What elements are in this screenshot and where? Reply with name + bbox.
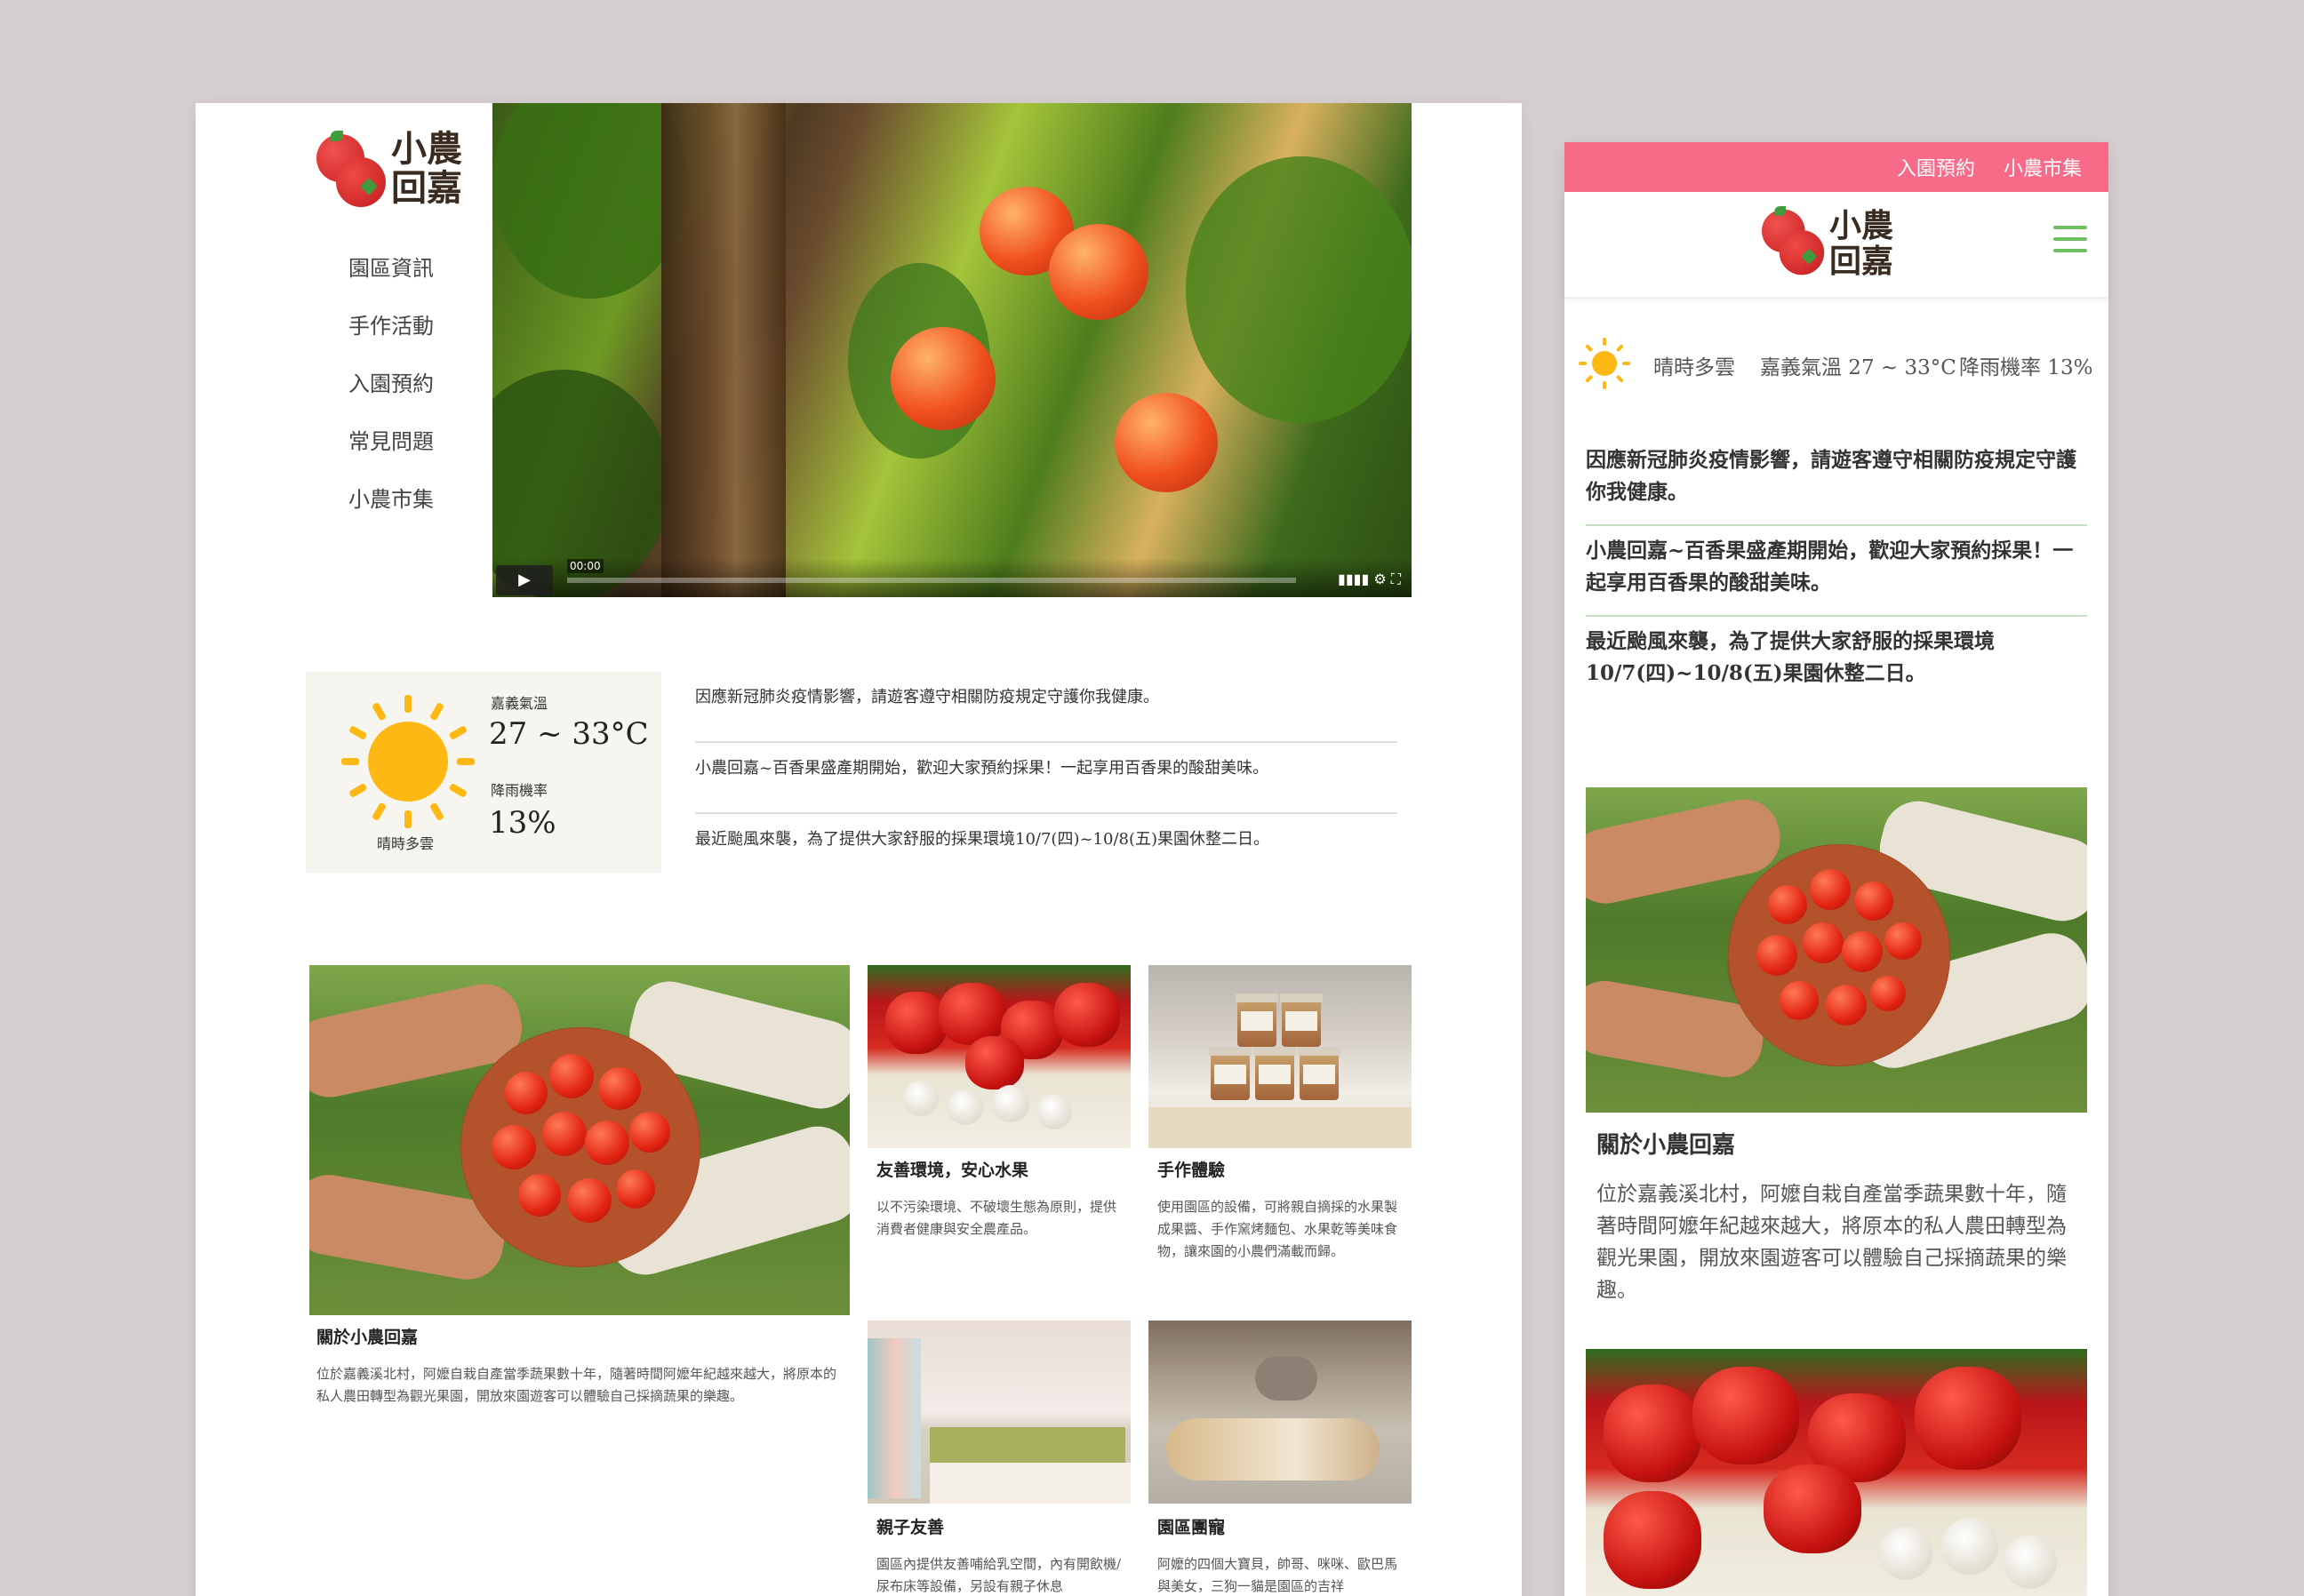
family-image[interactable]: [868, 1321, 1131, 1504]
mobile-about-image[interactable]: [1586, 787, 2087, 1113]
news-list: 因應新冠肺炎疫情影響，請遊客遵守相關防疫規定守護你我健康。 小農回嘉~百香果盛產…: [695, 672, 1397, 885]
logo-line-1: 小農: [1829, 208, 1894, 244]
diy-image[interactable]: [1148, 965, 1412, 1148]
mobile-header: 小農 回嘉: [1564, 192, 2108, 299]
mobile-link-booking[interactable]: 入園預約: [1897, 153, 1975, 181]
video-right-controls: ▮▮▮▮ ⚙ ⛶: [1338, 571, 1401, 588]
family-text: 園區內提供友善哺給乳空間，內有開飲機/尿布床等設備，另設有親子休息: [876, 1556, 1122, 1594]
video-controls: ▶ 00:00 ▮▮▮▮ ⚙ ⛶: [492, 558, 1412, 597]
logo-line-2: 回嘉: [391, 168, 462, 209]
fullscreen-icon[interactable]: ⛶: [1391, 571, 1401, 587]
volume-icon[interactable]: ▮▮▮▮: [1338, 571, 1369, 587]
hero-video[interactable]: ▶ 00:00 ▮▮▮▮ ⚙ ⛶: [492, 103, 1412, 597]
about-image[interactable]: [309, 965, 850, 1315]
mobile-eco-image[interactable]: [1586, 1349, 2087, 1596]
temp-label: 嘉義氣溫: [491, 695, 548, 712]
mobile-weather-bar: 晴時多雲 嘉義氣溫 27 ~ 33°C 降雨機率 13%: [1579, 338, 2103, 391]
settings-icon[interactable]: ⚙: [1373, 571, 1386, 587]
logo-line-2: 回嘉: [1829, 243, 1894, 280]
logo-line-1: 小農: [391, 129, 462, 170]
site-logo[interactable]: 小農 回嘉: [316, 130, 462, 208]
mobile-weather-condition: 晴時多雲: [1653, 356, 1735, 379]
mobile-top-bar: 入園預約 小農市集: [1564, 142, 2108, 192]
mobile-temp: 嘉義氣溫 27 ~ 33°C: [1760, 356, 1956, 379]
pets-image[interactable]: [1148, 1321, 1412, 1504]
video-progress-bar[interactable]: [567, 578, 1296, 583]
rain-label: 降雨機率: [491, 782, 548, 799]
news-item[interactable]: 小農回嘉~百香果盛產期開始，歡迎大家預約採果！一起享用百香果的酸甜美味。: [695, 743, 1397, 814]
nav-item-diy[interactable]: 手作活動: [324, 310, 458, 368]
nav-item-market[interactable]: 小農市集: [324, 483, 458, 541]
pets-title: 園區團寵: [1157, 1518, 1226, 1537]
news-item[interactable]: 最近颱風來襲，為了提供大家舒服的採果環境10/7(四)~10/8(五)果園休整二…: [695, 814, 1397, 885]
diy-text: 使用園區的設備，可將親自摘採的水果製成果醬、手作窯烤麵包、水果乾等美味食物，讓來…: [1157, 1199, 1398, 1259]
mobile-link-market[interactable]: 小農市集: [2004, 153, 2082, 181]
rain-value: 13%: [489, 805, 556, 841]
logo-text: 小農 回嘉: [391, 130, 462, 208]
mobile-rain: 降雨機率 13%: [1959, 356, 2093, 379]
mobile-news-item[interactable]: 小農回嘉~百香果盛產期開始，歡迎大家預約採果！一起享用百香果的酸甜美味。: [1586, 526, 2087, 617]
play-button[interactable]: ▶: [496, 565, 553, 595]
logo-text: 小農 回嘉: [1829, 209, 1893, 280]
tomato-logo-icon: [1762, 206, 1825, 275]
mobile-mockup: 入園預約 小農市集 小農 回嘉 晴時多雲 嘉義氣溫 27 ~ 33°C 降雨機率…: [1564, 142, 2108, 1596]
temp-value: 27 ~ 33°C: [489, 716, 649, 752]
mobile-logo[interactable]: 小農 回嘉: [1762, 206, 1893, 283]
desktop-mockup: 小農 回嘉 園區資訊 手作活動 入園預約 常見問題 小農市集 ▶ 00:00 ▮…: [196, 103, 1522, 1596]
about-title: 關於小農回嘉: [316, 1328, 419, 1347]
mobile-about-title: 關於小農回嘉: [1596, 1132, 1736, 1159]
weather-condition: 晴時多雲: [377, 835, 435, 852]
weather-card: 晴時多雲 嘉義氣溫 27 ~ 33°C 降雨機率 13%: [306, 672, 661, 873]
tomato-logo-icon: [316, 131, 388, 207]
eco-image[interactable]: [868, 965, 1131, 1148]
eco-title: 友善環境，安心水果: [876, 1161, 1029, 1180]
nav-item-booking[interactable]: 入園預約: [324, 368, 458, 426]
video-time: 00:00: [567, 559, 604, 573]
pets-text: 阿嬤的四個大寶貝，帥哥、咪咪、歐巴馬與美女，三狗一貓是園區的吉祥: [1157, 1556, 1398, 1594]
eco-text: 以不污染環境、不破壞生態為原則，提供消費者健康與安全農產品。: [876, 1199, 1117, 1237]
diy-title: 手作體驗: [1157, 1161, 1226, 1180]
about-text: 位於嘉義溪北村，阿嬤自栽自產當季蔬果數十年，隨著時間阿嬤年紀越來越大，將原本的私…: [316, 1366, 837, 1404]
mobile-news-item[interactable]: 因應新冠肺炎疫情影響，請遊客遵守相關防疫規定守護你我健康。: [1586, 435, 2087, 526]
family-title: 親子友善: [876, 1518, 945, 1537]
mobile-news-list: 因應新冠肺炎疫情影響，請遊客遵守相關防疫規定守護你我健康。 小農回嘉~百香果盛產…: [1586, 435, 2087, 706]
nav-item-park-info[interactable]: 園區資訊: [324, 252, 458, 310]
sun-icon: [341, 695, 475, 828]
news-item[interactable]: 因應新冠肺炎疫情影響，請遊客遵守相關防疫規定守護你我健康。: [695, 672, 1397, 743]
mobile-news-item[interactable]: 最近颱風來襲，為了提供大家舒服的採果環境10/7(四)~10/8(五)果園休整二…: [1586, 617, 2087, 706]
nav-item-faq[interactable]: 常見問題: [324, 426, 458, 483]
hamburger-menu-icon[interactable]: [2053, 226, 2087, 252]
mobile-about-text: 位於嘉義溪北村，阿嬤自栽自產當季蔬果數十年，隨著時間阿嬤年紀越來越大，將原本的私…: [1596, 1183, 2067, 1302]
main-nav: 園區資訊 手作活動 入園預約 常見問題 小農市集: [324, 252, 458, 541]
sun-icon: [1579, 338, 1630, 389]
